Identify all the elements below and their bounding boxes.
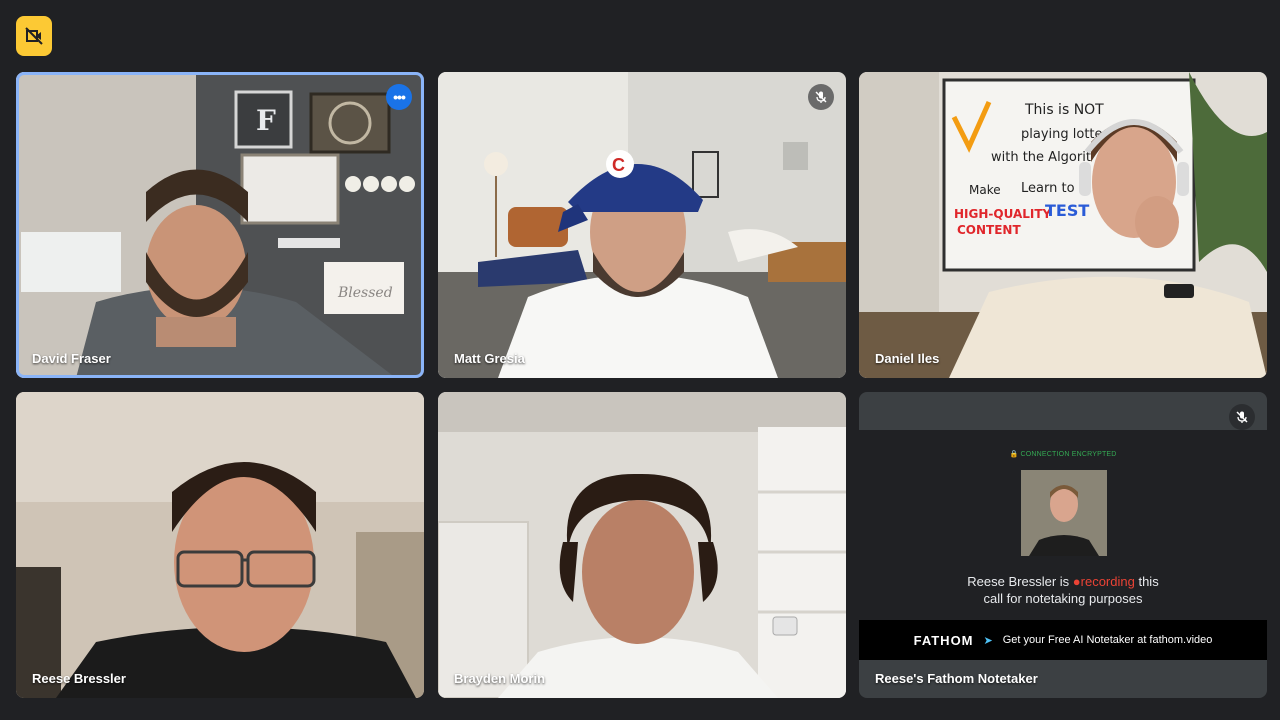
participant-name: Reese Bressler xyxy=(32,671,126,686)
whiteboard-hq: HIGH-QUALITY xyxy=(954,207,1052,221)
promo-link[interactable]: fathom.video xyxy=(1149,634,1212,646)
more-options-button[interactable]: ••• xyxy=(386,84,412,110)
video-off-icon xyxy=(25,27,43,45)
camera-off-button[interactable] xyxy=(16,16,52,56)
monogram-text: F xyxy=(256,104,276,137)
video-feed: C xyxy=(438,72,846,378)
fathom-screen: 🔒 CONNECTION ENCRYPTED Reese Bressler is… xyxy=(859,430,1267,660)
fathom-promo-bar: FATHOM ➤ Get your Free AI Notetaker at f… xyxy=(859,620,1267,660)
participant-tile-daniel[interactable]: This is NOT playing lotte with the Algor… xyxy=(859,72,1267,378)
video-feed: This is NOT playing lotte with the Algor… xyxy=(859,72,1267,378)
participant-name: Brayden Morin xyxy=(454,671,546,686)
promo-text: Get your Free AI Notetaker at xyxy=(1002,634,1147,646)
lock-icon: 🔒 xyxy=(1009,451,1019,458)
whiteboard-content: CONTENT xyxy=(957,223,1021,237)
cap-logo: C xyxy=(612,155,625,175)
muted-indicator xyxy=(1229,404,1255,430)
whiteboard-line3: with the Algorit xyxy=(991,150,1091,165)
participant-name: Matt Gresia xyxy=(454,351,525,366)
muted-indicator xyxy=(808,84,834,110)
whiteboard-line2: playing lotte xyxy=(1021,127,1103,142)
fathom-mark-icon: ➤ xyxy=(983,634,993,647)
recording-dot-icon: ● xyxy=(1072,574,1081,589)
participant-tile-reese[interactable]: Reese Bressler xyxy=(16,392,424,698)
recording-message: Reese Bressler is ●recording this call f… xyxy=(967,574,1159,606)
whiteboard-learn: Learn to xyxy=(1021,181,1075,196)
participant-tile-fathom[interactable]: 🔒 CONNECTION ENCRYPTED Reese Bressler is… xyxy=(859,392,1267,698)
video-feed xyxy=(16,392,424,698)
connection-status: 🔒 CONNECTION ENCRYPTED xyxy=(1009,451,1117,458)
wall-sign-text: Blessed xyxy=(337,285,393,301)
participant-tile-david[interactable]: Blessed F ••• David Fraser xyxy=(16,72,424,378)
fathom-logo: FATHOM xyxy=(913,632,974,648)
participant-name: David Fraser xyxy=(32,351,111,366)
participant-tile-brayden[interactable]: Brayden Morin xyxy=(438,392,846,698)
mic-off-icon xyxy=(815,91,827,103)
video-feed: Blessed F xyxy=(16,72,424,378)
recorder-avatar xyxy=(1021,470,1107,556)
participant-name: Daniel Iles xyxy=(875,351,940,366)
whiteboard-make: Make xyxy=(969,183,1001,197)
video-feed xyxy=(438,392,846,698)
participant-name: Reese's Fathom Notetaker xyxy=(875,671,1038,686)
more-dots-icon: ••• xyxy=(393,89,406,105)
participant-tile-matt[interactable]: C Matt Gresia xyxy=(438,72,846,378)
whiteboard-line1: This is NOT xyxy=(1024,102,1104,118)
whiteboard-test: TEST xyxy=(1045,201,1089,220)
mic-off-icon xyxy=(1236,411,1248,423)
